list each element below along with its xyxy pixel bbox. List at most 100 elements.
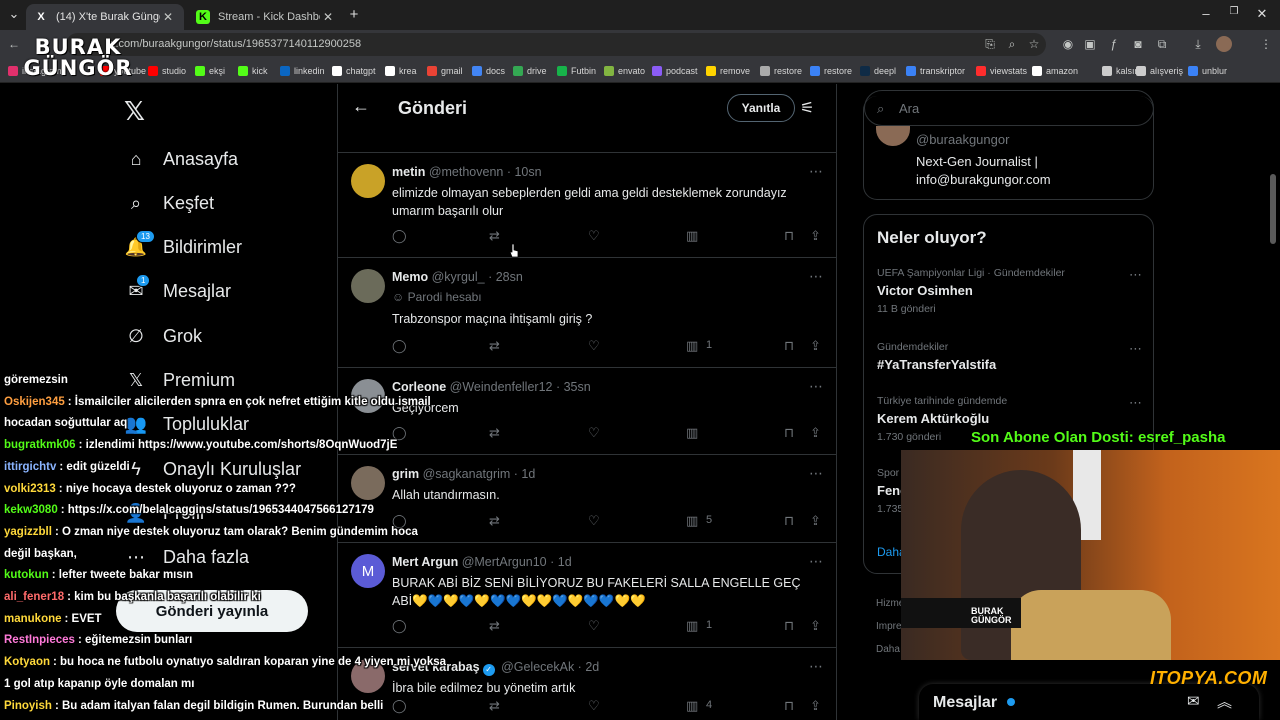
share-icon[interactable]: ⇪: [810, 513, 821, 529]
bookmark-item[interactable]: drive: [513, 64, 547, 78]
close-tab-icon[interactable]: ✕: [320, 10, 336, 24]
bookmark-item[interactable]: deepl: [860, 64, 896, 78]
sliders-icon[interactable]: ⚟: [800, 98, 814, 118]
messages-drawer[interactable]: Mesajlar ✉ ︽: [919, 684, 1259, 720]
nav-item-1[interactable]: ⌂ Anasayfa: [122, 145, 239, 173]
bookmark-item[interactable]: Futbin: [557, 64, 596, 78]
more-options-icon[interactable]: ⋯: [1129, 395, 1142, 411]
trend-item[interactable]: Gündemdekiler #YaTransferYaIstifa ⋯: [877, 341, 1142, 372]
bookmark-star-icon[interactable]: ☆: [1026, 36, 1042, 52]
reply-icon[interactable]: ◯: [392, 698, 407, 714]
bookmark-item[interactable]: transkriptor: [906, 64, 965, 78]
bookmark-item[interactable]: unblur: [1188, 64, 1227, 78]
share-icon[interactable]: ⇪: [810, 338, 821, 354]
avatar[interactable]: [351, 466, 385, 500]
author-name[interactable]: grim: [392, 467, 419, 481]
nav-item-4[interactable]: ✉ 1 Mesajlar: [122, 273, 231, 306]
extension-icon[interactable]: ◉: [1060, 36, 1076, 52]
retweet-icon[interactable]: ⇄: [489, 228, 500, 244]
maximize-icon[interactable]: ❐: [1224, 6, 1244, 24]
bookmark-icon[interactable]: ⊓: [784, 425, 794, 441]
back-arrow-icon[interactable]: ←: [352, 96, 370, 117]
tweet-time[interactable]: 1d: [521, 467, 535, 481]
more-options-icon[interactable]: ⋯: [1129, 267, 1142, 283]
reply-icon[interactable]: ◯: [392, 338, 407, 354]
more-options-icon[interactable]: ⋯: [809, 378, 823, 395]
bookmark-icon[interactable]: ⊓: [784, 513, 794, 529]
avatar[interactable]: [351, 269, 385, 303]
avatar[interactable]: [351, 164, 385, 198]
reply-icon[interactable]: ◯: [392, 228, 407, 244]
retweet-icon[interactable]: ⇄: [489, 698, 500, 714]
bookmark-item[interactable]: alışveriş: [1136, 64, 1183, 78]
tweet-time[interactable]: 35sn: [564, 380, 591, 394]
more-options-icon[interactable]: ⋯: [809, 163, 823, 180]
author-handle[interactable]: @MertArgun10: [462, 555, 547, 569]
views-icon[interactable]: ▥: [686, 618, 698, 634]
bookmark-item[interactable]: chatgpt: [332, 64, 376, 78]
share-icon[interactable]: ⇪: [810, 425, 821, 441]
search-input[interactable]: ⌕ Ara: [864, 90, 1154, 126]
views-icon[interactable]: ▥: [686, 698, 698, 714]
retweet-icon[interactable]: ⇄: [489, 513, 500, 529]
tweet-time[interactable]: 28sn: [496, 270, 523, 284]
page-scrollbar[interactable]: [1270, 174, 1276, 244]
reply-tweet[interactable]: Corleone @Weindenfeller12 · 35sn ⋯ Geçiyor…: [338, 367, 837, 454]
tab-search-icon[interactable]: ⌄: [4, 6, 24, 24]
camera-icon[interactable]: ◙: [1130, 36, 1146, 52]
install-app-icon[interactable]: ⎘: [982, 36, 998, 52]
author-handle[interactable]: @Weindenfeller12: [450, 380, 553, 394]
bookmark-item[interactable]: restore: [810, 64, 852, 78]
close-tab-icon[interactable]: ✕: [160, 10, 176, 24]
nav-item-10[interactable]: ⋯ Daha fazla: [122, 544, 249, 572]
profile-avatar[interactable]: [1216, 36, 1232, 52]
like-icon[interactable]: ♡: [588, 338, 600, 354]
more-options-icon[interactable]: ⋯: [809, 268, 823, 285]
like-icon[interactable]: ♡: [588, 513, 600, 529]
tweet-time[interactable]: 1d: [558, 555, 572, 569]
bookmark-item[interactable]: linkedin: [280, 64, 325, 78]
like-icon[interactable]: ♡: [588, 698, 600, 714]
nav-item-8[interactable]: ϟ Onaylı Kuruluşlar: [122, 455, 301, 483]
puzzle-icon[interactable]: ⧉: [1154, 36, 1170, 52]
bookmark-item[interactable]: kick: [238, 64, 268, 78]
bookmark-item[interactable]: krea: [385, 64, 417, 78]
extension-icon[interactable]: ▣: [1082, 36, 1098, 52]
bookmark-icon[interactable]: ⊓: [784, 338, 794, 354]
bookmark-icon[interactable]: ⊓: [784, 228, 794, 244]
nav-item-6[interactable]: 𝕏 Premium: [122, 367, 235, 395]
author-handle[interactable]: @methovenn: [429, 165, 504, 179]
bookmark-item[interactable]: gmail: [427, 64, 463, 78]
reply-tweet[interactable]: Memo @kyrgul_ · 28sn ⋯ ☺ Parodi hesabı Trab…: [338, 257, 837, 367]
share-icon[interactable]: ⇪: [810, 618, 821, 634]
reply-icon[interactable]: ◯: [392, 618, 407, 634]
views-icon[interactable]: ▥: [686, 228, 698, 244]
bookmark-item[interactable]: studio: [148, 64, 186, 78]
chevron-up-icon[interactable]: ︽: [1217, 691, 1232, 712]
minimize-icon[interactable]: –: [1196, 6, 1216, 24]
bookmark-item[interactable]: envato: [604, 64, 645, 78]
tweet-time[interactable]: 10sn: [514, 165, 541, 179]
tab-x-post[interactable]: X (14) X'te Burak Güngör: "Made ✕: [26, 4, 184, 30]
like-icon[interactable]: ♡: [588, 228, 600, 244]
avatar[interactable]: [876, 126, 910, 146]
bookmark-icon[interactable]: ⊓: [784, 698, 794, 714]
zoom-icon[interactable]: ⌕: [1004, 36, 1020, 52]
nav-item-7[interactable]: 👥 Topluluklar: [122, 411, 249, 439]
tab-kick-dashboard[interactable]: K Stream - Kick Dashboard ✕: [188, 4, 344, 30]
retweet-icon[interactable]: ⇄: [489, 425, 500, 441]
bookmark-item[interactable]: docs: [472, 64, 505, 78]
retweet-icon[interactable]: ⇄: [489, 618, 500, 634]
tweet-time[interactable]: 2d: [585, 660, 599, 674]
bookmark-icon[interactable]: ⊓: [784, 618, 794, 634]
bookmark-item[interactable]: viewstats: [976, 64, 1027, 78]
more-options-icon[interactable]: ⋯: [809, 465, 823, 482]
extension-icon[interactable]: ƒ: [1106, 36, 1122, 52]
avatar[interactable]: M: [351, 554, 385, 588]
views-icon[interactable]: ▥: [686, 338, 698, 354]
author-handle[interactable]: @GelecekAk: [501, 660, 574, 674]
views-icon[interactable]: ▥: [686, 513, 698, 529]
compose-message-icon[interactable]: ✉: [1187, 692, 1200, 710]
new-tab-button[interactable]: +: [344, 6, 364, 24]
bookmark-item[interactable]: podcast: [652, 64, 698, 78]
